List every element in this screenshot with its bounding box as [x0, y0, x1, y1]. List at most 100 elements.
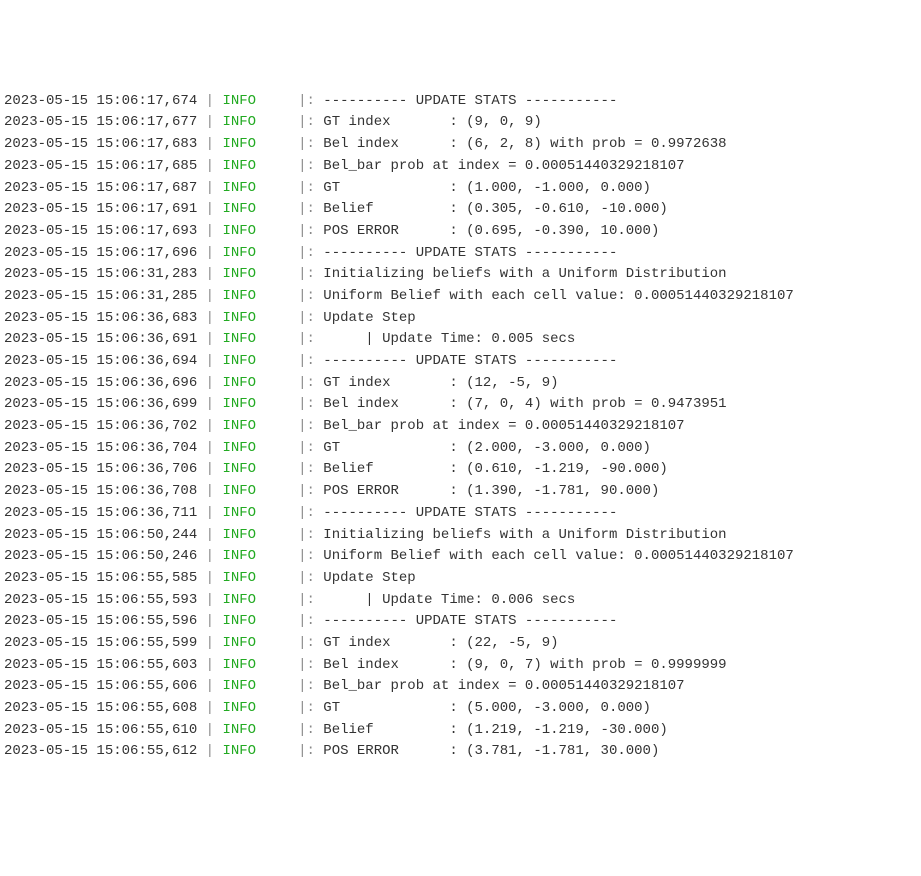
log-line: 2023-05-15 15:06:17,674 | INFO |: ------… [4, 91, 917, 113]
padding [256, 743, 298, 759]
log-message: Bel_bar prob at index = 0.00051440329218… [323, 418, 684, 434]
padding [256, 114, 298, 130]
marker: |: [298, 505, 323, 521]
log-line: 2023-05-15 15:06:55,603 | INFO |: Bel in… [4, 655, 917, 677]
log-line: 2023-05-15 15:06:55,599 | INFO |: GT ind… [4, 633, 917, 655]
log-message: ---------- UPDATE STATS ----------- [323, 505, 617, 521]
log-line: 2023-05-15 15:06:55,606 | INFO |: Bel_ba… [4, 676, 917, 698]
separator: | [197, 505, 222, 521]
log-line: 2023-05-15 15:06:36,704 | INFO |: GT : (… [4, 438, 917, 460]
marker: |: [298, 635, 323, 651]
log-message: GT index : (12, -5, 9) [323, 375, 558, 391]
log-level: INFO [222, 158, 256, 174]
log-message: GT : (5.000, -3.000, 0.000) [323, 700, 651, 716]
log-message: ---------- UPDATE STATS ----------- [323, 245, 617, 261]
log-level: INFO [222, 114, 256, 130]
log-line: 2023-05-15 15:06:36,706 | INFO |: Belief… [4, 459, 917, 481]
marker: |: [298, 592, 323, 608]
marker: |: [298, 114, 323, 130]
log-line: 2023-05-15 15:06:55,596 | INFO |: ------… [4, 611, 917, 633]
timestamp: 2023-05-15 15:06:17,691 [4, 201, 197, 217]
separator: | [197, 613, 222, 629]
marker: |: [298, 678, 323, 694]
separator: | [197, 353, 222, 369]
marker: |: [298, 93, 323, 109]
log-level: INFO [222, 266, 256, 282]
log-level: INFO [222, 375, 256, 391]
log-line: 2023-05-15 15:06:36,691 | INFO |: | Upda… [4, 329, 917, 351]
padding [256, 505, 298, 521]
log-message: POS ERROR : (3.781, -1.781, 30.000) [323, 743, 659, 759]
timestamp: 2023-05-15 15:06:17,683 [4, 136, 197, 152]
marker: |: [298, 353, 323, 369]
log-line: 2023-05-15 15:06:36,696 | INFO |: GT ind… [4, 373, 917, 395]
marker: |: [298, 375, 323, 391]
log-level: INFO [222, 722, 256, 738]
timestamp: 2023-05-15 15:06:55,603 [4, 657, 197, 673]
timestamp: 2023-05-15 15:06:55,599 [4, 635, 197, 651]
log-level: INFO [222, 353, 256, 369]
marker: |: [298, 700, 323, 716]
log-line: 2023-05-15 15:06:50,244 | INFO |: Initia… [4, 525, 917, 547]
separator: | [197, 114, 222, 130]
log-line: 2023-05-15 15:06:17,683 | INFO |: Bel in… [4, 134, 917, 156]
marker: |: [298, 570, 323, 586]
marker: |: [298, 548, 323, 564]
padding [256, 657, 298, 673]
marker: |: [298, 613, 323, 629]
log-message: Uniform Belief with each cell value: 0.0… [323, 288, 793, 304]
log-level: INFO [222, 548, 256, 564]
timestamp: 2023-05-15 15:06:36,711 [4, 505, 197, 521]
marker: |: [298, 136, 323, 152]
log-message: GT index : (9, 0, 9) [323, 114, 541, 130]
log-level: INFO [222, 180, 256, 196]
timestamp: 2023-05-15 15:06:17,677 [4, 114, 197, 130]
log-line: 2023-05-15 15:06:17,677 | INFO |: GT ind… [4, 112, 917, 134]
separator: | [197, 635, 222, 651]
log-message: ---------- UPDATE STATS ----------- [323, 613, 617, 629]
padding [256, 245, 298, 261]
timestamp: 2023-05-15 15:06:50,246 [4, 548, 197, 564]
log-message: Belief : (1.219, -1.219, -30.000) [323, 722, 667, 738]
log-level: INFO [222, 592, 256, 608]
timestamp: 2023-05-15 15:06:55,610 [4, 722, 197, 738]
log-level: INFO [222, 570, 256, 586]
timestamp: 2023-05-15 15:06:55,585 [4, 570, 197, 586]
log-line: 2023-05-15 15:06:36,699 | INFO |: Bel in… [4, 394, 917, 416]
log-level: INFO [222, 483, 256, 499]
log-message: | Update Time: 0.005 secs [323, 331, 575, 347]
log-level: INFO [222, 505, 256, 521]
separator: | [197, 570, 222, 586]
log-line: 2023-05-15 15:06:36,694 | INFO |: ------… [4, 351, 917, 373]
log-message: GT index : (22, -5, 9) [323, 635, 558, 651]
separator: | [197, 483, 222, 499]
timestamp: 2023-05-15 15:06:36,683 [4, 310, 197, 326]
padding [256, 93, 298, 109]
timestamp: 2023-05-15 15:06:36,696 [4, 375, 197, 391]
log-level: INFO [222, 700, 256, 716]
padding [256, 722, 298, 738]
log-line: 2023-05-15 15:06:17,691 | INFO |: Belief… [4, 199, 917, 221]
log-message: Belief : (0.610, -1.219, -90.000) [323, 461, 667, 477]
separator: | [197, 527, 222, 543]
timestamp: 2023-05-15 15:06:36,708 [4, 483, 197, 499]
log-message: Update Step [323, 570, 415, 586]
padding [256, 592, 298, 608]
marker: |: [298, 180, 323, 196]
log-line: 2023-05-15 15:06:36,702 | INFO |: Bel_ba… [4, 416, 917, 438]
log-message: Initializing beliefs with a Uniform Dist… [323, 527, 726, 543]
padding [256, 288, 298, 304]
log-level: INFO [222, 223, 256, 239]
marker: |: [298, 743, 323, 759]
padding [256, 635, 298, 651]
marker: |: [298, 158, 323, 174]
padding [256, 527, 298, 543]
log-line: 2023-05-15 15:06:55,608 | INFO |: GT : (… [4, 698, 917, 720]
padding [256, 440, 298, 456]
log-message: GT : (1.000, -1.000, 0.000) [323, 180, 651, 196]
marker: |: [298, 657, 323, 673]
marker: |: [298, 527, 323, 543]
timestamp: 2023-05-15 15:06:17,687 [4, 180, 197, 196]
log-message: Bel index : (6, 2, 8) with prob = 0.9972… [323, 136, 726, 152]
separator: | [197, 223, 222, 239]
